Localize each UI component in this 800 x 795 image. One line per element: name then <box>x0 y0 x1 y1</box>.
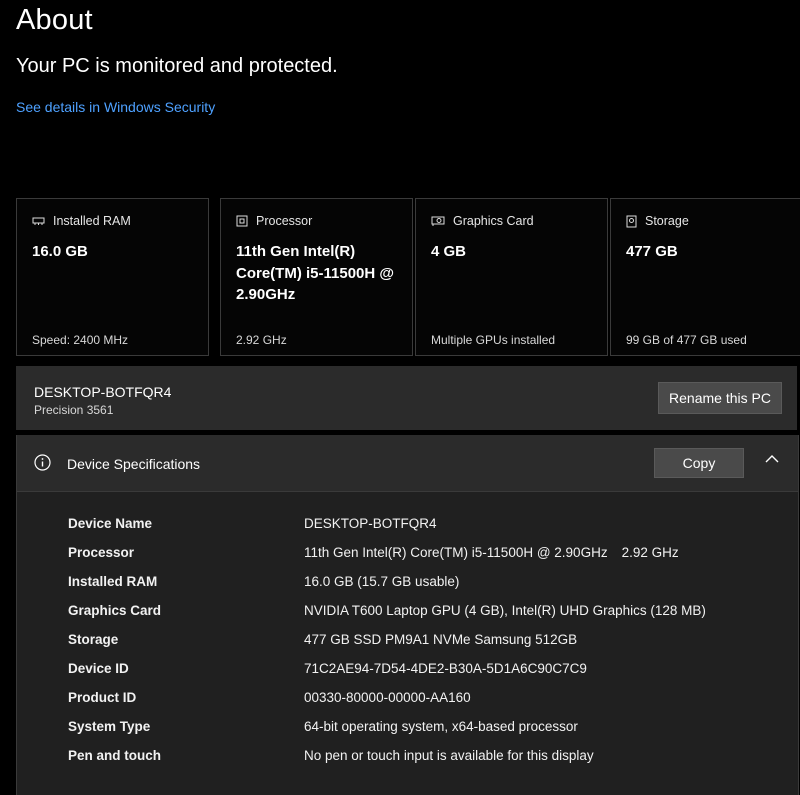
spec-key: Device Name <box>68 516 153 531</box>
spec-value-secondary: 2.92 GHz <box>621 545 679 560</box>
spec-key: Device ID <box>68 661 129 676</box>
card-value: 16.0 GB <box>32 243 88 260</box>
card-label: Installed RAM <box>53 214 131 228</box>
chevron-up-icon[interactable] <box>765 454 779 464</box>
spec-value: 11th Gen Intel(R) Core(TM) i5-11500H @ 2… <box>304 545 679 560</box>
graphics-card-icon <box>431 216 445 226</box>
spec-value: DESKTOP-BOTFQR4 <box>304 516 437 531</box>
card-footer: Speed: 2400 MHz <box>32 333 129 347</box>
info-icon <box>34 454 51 471</box>
spec-key: Installed RAM <box>68 574 158 589</box>
spec-value: 00330-80000-00000-AA160 <box>304 690 471 705</box>
spec-value: No pen or touch input is available for t… <box>304 748 594 763</box>
windows-security-link[interactable]: See details in Windows Security <box>16 99 215 115</box>
rename-pc-button[interactable]: Rename this PC <box>658 382 782 414</box>
spec-key: Product ID <box>68 690 137 705</box>
card-footer: 99 GB of 477 GB used <box>626 333 747 347</box>
spec-key: Pen and touch <box>68 748 162 763</box>
spec-key: System Type <box>68 719 151 734</box>
spec-value-main: 11th Gen Intel(R) Core(TM) i5-11500H @ 2… <box>304 545 608 560</box>
storage-icon <box>626 215 637 227</box>
card-installed-ram: Installed RAM 16.0 GB Speed: 2400 MHz <box>16 198 209 356</box>
section-title: Device Specifications <box>67 456 201 472</box>
card-label: Graphics Card <box>453 214 534 228</box>
card-graphics-card: Graphics Card 4 GB Multiple GPUs install… <box>415 198 608 356</box>
spec-value: 64-bit operating system, x64-based proce… <box>304 719 578 734</box>
device-specifications-panel: Device Specifications Copy Device Name D… <box>16 435 799 795</box>
processor-icon <box>236 215 248 227</box>
spec-key: Processor <box>68 545 135 560</box>
pc-name-bar: DESKTOP-BOTFQR4 Precision 3561 Rename th… <box>16 366 797 430</box>
spec-value: 16.0 GB (15.7 GB usable) <box>304 574 460 589</box>
card-footer: 2.92 GHz <box>236 333 287 347</box>
card-processor: Processor 11th Gen Intel(R) Core(TM) i5-… <box>220 198 413 356</box>
spec-key: Graphics Card <box>68 603 162 618</box>
protection-status: Your PC is monitored and protected. <box>16 55 338 77</box>
pc-model: Precision 3561 <box>34 403 114 417</box>
spec-value: NVIDIA T600 Laptop GPU (4 GB), Intel(R) … <box>304 603 706 618</box>
page-title: About <box>16 4 93 36</box>
spec-value: 477 GB SSD PM9A1 NVMe Samsung 512GB <box>304 632 578 647</box>
card-value: 477 GB <box>626 243 678 260</box>
pc-name: DESKTOP-BOTFQR4 <box>34 384 172 400</box>
card-footer: Multiple GPUs installed <box>431 333 556 347</box>
card-label: Processor <box>256 214 313 228</box>
card-label: Storage <box>645 214 689 228</box>
spec-value: 71C2AE94-7D54-4DE2-B30A-5D1A6C90C7C9 <box>304 661 587 676</box>
spec-cards: Installed RAM 16.0 GB Speed: 2400 MHz Pr… <box>16 198 800 358</box>
spec-key: Storage <box>68 632 119 647</box>
card-value: 11th Gen Intel(R) Core(TM) i5-11500H @ 2… <box>236 243 395 303</box>
card-storage: Storage 477 GB 99 GB of 477 GB used <box>610 198 800 356</box>
ram-icon <box>32 217 45 225</box>
card-value: 4 GB <box>431 243 467 260</box>
device-specifications-header[interactable]: Device Specifications Copy <box>17 435 798 492</box>
copy-button[interactable]: Copy <box>654 448 744 478</box>
